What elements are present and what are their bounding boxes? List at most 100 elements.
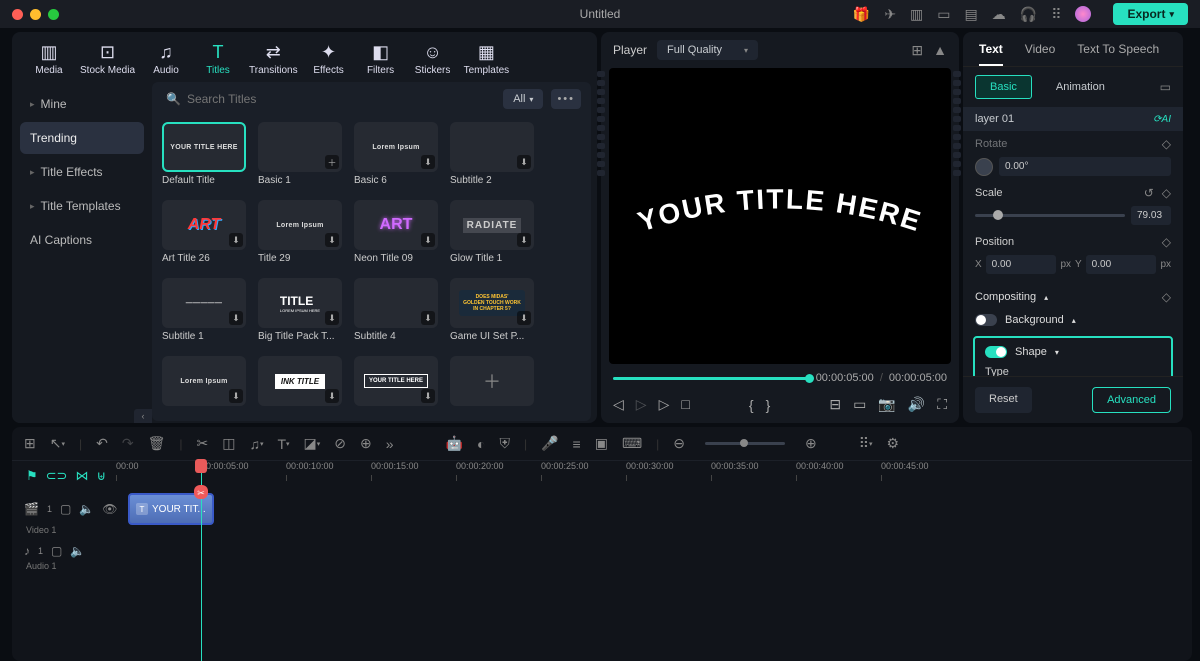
sidebar-item-mine[interactable]: ▸Mine: [20, 88, 144, 120]
play-icon[interactable]: ▷: [659, 396, 670, 413]
advanced-button[interactable]: Advanced: [1092, 387, 1171, 413]
settings-tool-icon[interactable]: ⚙: [887, 435, 900, 452]
add-title-button[interactable]: ＋: [450, 356, 534, 406]
property-tab-text-to-speech[interactable]: Text To Speech: [1077, 42, 1159, 66]
rotate-dial[interactable]: [975, 158, 993, 176]
download-icon[interactable]: ⬇: [325, 389, 339, 403]
media-tab-templates[interactable]: ▦Templates: [460, 40, 514, 78]
library-icon[interactable]: ▥: [910, 6, 923, 23]
link-tool-icon[interactable]: ⊘: [334, 435, 346, 452]
collapse-sidebar-button[interactable]: ‹: [134, 409, 152, 423]
stop-icon[interactable]: □: [681, 396, 689, 413]
marker-magnet-icon[interactable]: ⊎: [96, 468, 106, 484]
title-tile[interactable]: ＋: [450, 356, 538, 415]
audio-track-body[interactable]: [128, 535, 1180, 567]
title-tile[interactable]: ＋Basic 1: [258, 122, 346, 192]
mark-out-icon[interactable]: }: [766, 397, 771, 413]
subtab-animation[interactable]: Animation: [1042, 76, 1119, 98]
keyframe-icon[interactable]: ◇: [1162, 137, 1171, 151]
compositing-section-header[interactable]: Compositing▴◇: [975, 290, 1171, 304]
media-tab-stickers[interactable]: ☺Stickers: [408, 40, 458, 78]
property-tab-text[interactable]: Text: [979, 42, 1003, 66]
close-window[interactable]: [12, 9, 23, 20]
keyboard-tool-icon[interactable]: ⌨: [622, 435, 642, 452]
speed-tool-icon[interactable]: ⊕: [360, 435, 372, 452]
rotate-value[interactable]: 0.00°: [999, 157, 1171, 176]
crop-icon[interactable]: ⊟: [829, 396, 841, 413]
play-backward-icon[interactable]: ▷: [636, 396, 647, 413]
quality-dropdown[interactable]: Full Quality▾: [657, 40, 758, 60]
add-icon[interactable]: ＋: [325, 155, 339, 169]
mic-tool-icon[interactable]: 🎤: [541, 435, 558, 452]
media-tab-audio[interactable]: ♫Audio: [141, 40, 191, 78]
download-icon[interactable]: ⬇: [421, 233, 435, 247]
audio-insert-icon[interactable]: ▢: [51, 544, 62, 558]
maximize-window[interactable]: [48, 9, 59, 20]
sidebar-item-trending[interactable]: Trending: [20, 122, 144, 154]
download-icon[interactable]: ⬇: [421, 389, 435, 403]
cut-tool-icon[interactable]: ✂: [196, 435, 208, 452]
media-tab-transitions[interactable]: ⇄Transitions: [245, 40, 302, 78]
shape-toggle[interactable]: [985, 346, 1007, 358]
mute-icon[interactable]: 🔈: [79, 502, 94, 516]
video-preview[interactable]: YOUR TITLE HERE: [609, 68, 951, 364]
download-icon[interactable]: ⬇: [325, 233, 339, 247]
title-tile[interactable]: YOUR TITLE HERE⬇: [354, 356, 442, 415]
property-tab-video[interactable]: Video: [1025, 42, 1055, 66]
account-avatar[interactable]: [1075, 6, 1091, 22]
search-input[interactable]: [187, 92, 367, 106]
gift-icon[interactable]: 🎁: [853, 6, 870, 23]
scale-slider[interactable]: [975, 214, 1125, 217]
reset-button[interactable]: Reset: [975, 387, 1032, 413]
title-tile[interactable]: DOES MIDAS'GOLDEN TOUCH WORKIN CHAPTER 5…: [450, 278, 538, 348]
title-tile[interactable]: RADIATE⬇Glow Title 1: [450, 200, 538, 270]
scale-value[interactable]: 79.03: [1131, 206, 1171, 225]
title-tile[interactable]: ⬇Subtitle 2: [450, 122, 538, 192]
title-tile[interactable]: Lorem Ipsum⬇Title 29: [258, 200, 346, 270]
marker-tool-icon[interactable]: ▣: [595, 435, 608, 452]
download-icon[interactable]: ⬇: [421, 311, 435, 325]
sidebar-item-ai-captions[interactable]: AI Captions: [20, 224, 144, 256]
text-tool-icon[interactable]: T▾: [277, 436, 289, 452]
redo-icon[interactable]: ↷: [122, 435, 134, 452]
download-icon[interactable]: ⬇: [421, 155, 435, 169]
title-tile[interactable]: ⬇Subtitle 4: [354, 278, 442, 348]
title-tile[interactable]: YOUR TITLE HEREDefault Title: [162, 122, 250, 192]
mixer-tool-icon[interactable]: ≡: [573, 436, 581, 452]
timeline-ruler[interactable]: ✂ 00:0000:00:05:0000:00:10:0000:00:15:00…: [116, 461, 1192, 487]
video-track-body[interactable]: TYOUR TIT...: [128, 487, 1180, 531]
audio-tool-icon[interactable]: ♫▾: [249, 436, 263, 452]
ai-badge[interactable]: ⟳AI: [1153, 114, 1171, 125]
preset-icon[interactable]: ▭: [1160, 80, 1171, 94]
cursor-tool-icon[interactable]: ↖▾: [50, 435, 65, 452]
mask-tool-icon[interactable]: ◪▾: [304, 435, 321, 452]
delete-icon[interactable]: 🗑: [148, 435, 166, 452]
download-icon[interactable]: ⬇: [229, 311, 243, 325]
marker-link-icon[interactable]: ⊂⊃: [46, 468, 68, 484]
keyframe-position-icon[interactable]: ◇: [1162, 235, 1171, 249]
insert-icon[interactable]: ▢: [60, 502, 71, 516]
layer-row[interactable]: layer 01 ⟳AI: [963, 107, 1183, 131]
title-tile[interactable]: Lorem Ipsum⬇Basic 6: [354, 122, 442, 192]
title-tile[interactable]: ART⬇Neon Title 09: [354, 200, 442, 270]
media-tab-filters[interactable]: ◧Filters: [356, 40, 406, 78]
video-track-icon[interactable]: 🎬: [24, 502, 39, 516]
save-icon[interactable]: ▤: [965, 6, 978, 23]
fullscreen-icon[interactable]: ⛶: [937, 396, 947, 413]
cloud-icon[interactable]: ☁: [992, 6, 1006, 23]
keyframe-scale-icon[interactable]: ◇: [1162, 186, 1171, 200]
send-icon[interactable]: ✈: [884, 6, 896, 23]
export-button[interactable]: Export▾: [1113, 3, 1188, 25]
background-toggle[interactable]: [975, 314, 997, 326]
download-icon[interactable]: ⬇: [517, 311, 531, 325]
headphones-icon[interactable]: 🎧: [1020, 6, 1037, 23]
more-tools-icon[interactable]: »: [386, 436, 394, 452]
sidebar-item-title-templates[interactable]: ▸Title Templates: [20, 190, 144, 222]
ratio-icon[interactable]: ▭: [853, 396, 866, 413]
prev-frame-icon[interactable]: ◁: [613, 396, 624, 413]
media-tab-media[interactable]: ▥Media: [24, 40, 74, 78]
apps-icon[interactable]: ⠿: [1051, 6, 1061, 23]
download-icon[interactable]: ⬇: [517, 233, 531, 247]
download-icon[interactable]: ⬇: [325, 311, 339, 325]
mark-in-icon[interactable]: {: [749, 397, 754, 413]
